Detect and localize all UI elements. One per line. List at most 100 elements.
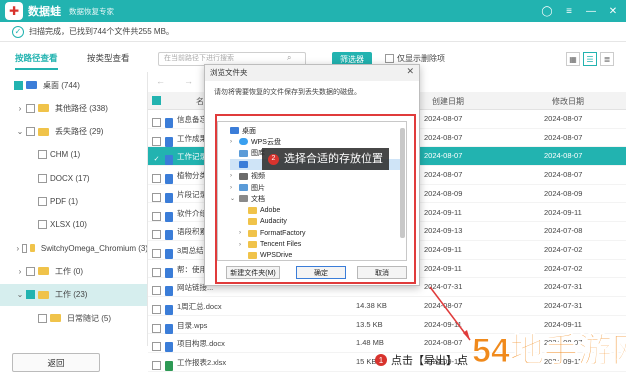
tab-by-type[interactable]: 按类型查看 xyxy=(87,52,130,64)
tree-checkbox[interactable] xyxy=(38,173,47,183)
folder-icon xyxy=(38,127,49,136)
tree-item[interactable]: XLSX (10) xyxy=(0,214,147,236)
created-date: 2024-09-11 xyxy=(424,207,462,217)
tree-item-label: PDF (1) xyxy=(50,197,78,206)
select-all-checkbox[interactable] xyxy=(152,96,161,106)
minimize-icon[interactable]: — xyxy=(584,4,598,18)
tree-item-label: 其他路径 (338) xyxy=(55,103,108,113)
created-date: 2024-09-11 xyxy=(424,263,462,273)
search-icon[interactable]: ⌕ xyxy=(287,53,291,63)
tree-checkbox[interactable] xyxy=(21,243,27,253)
created-date: 2024-08-09 xyxy=(424,188,463,198)
column-created[interactable]: 创建日期 xyxy=(432,96,464,107)
show-deleted-toggle[interactable]: 仅显示删除项 xyxy=(385,53,445,64)
back-button[interactable]: 返回 xyxy=(12,353,100,372)
tree-item[interactable]: PDF (1) xyxy=(0,191,147,213)
tree-item-label: XLSX (10) xyxy=(50,220,87,230)
app-name: 数据蛙 xyxy=(28,6,61,18)
tree-item[interactable]: 日常随记 (5) xyxy=(0,307,147,329)
grid-view-icon[interactable]: ▦ xyxy=(566,52,580,66)
chevron-icon[interactable]: › xyxy=(16,244,20,253)
folder-icon xyxy=(38,267,49,276)
export-hint-text: 点击【导出】点 xyxy=(391,355,468,367)
table-row[interactable]: 1周汇总.docx 14.38 KB 2024-08-07 2024-07-31 xyxy=(148,297,626,316)
chevron-icon[interactable]: › xyxy=(16,267,24,276)
column-name[interactable]: 名 xyxy=(196,96,204,107)
file-size: 13.5 KB xyxy=(356,319,383,329)
tree-checkbox[interactable] xyxy=(38,220,47,230)
modified-date: 2024-08-09 xyxy=(544,188,583,198)
scan-status-text: 扫描完成，已找到744个文件共255 MB。 xyxy=(29,27,174,36)
show-deleted-checkbox[interactable] xyxy=(385,54,394,63)
tree-checkbox[interactable] xyxy=(26,290,35,300)
tree-item[interactable]: › SwitchyOmega_Chromium (3) xyxy=(0,237,147,259)
modified-date: 2024-08-07 xyxy=(544,151,583,161)
tree-item-label: CHM (1) xyxy=(50,150,81,160)
created-date: 2024-08-07 xyxy=(424,170,463,180)
created-date: 2024-07-31 xyxy=(424,282,463,292)
tree-checkbox[interactable] xyxy=(38,197,47,206)
column-modified[interactable]: 修改日期 xyxy=(552,96,584,107)
dialog-close-icon[interactable]: ✕ xyxy=(406,66,414,77)
created-date: 2024-08-07 xyxy=(424,132,463,142)
chevron-icon[interactable]: ⌄ xyxy=(16,290,24,299)
modified-date: 2024-07-02 xyxy=(544,263,583,273)
created-date: 2024-08-07 xyxy=(424,151,463,161)
step-2-callout: 2 选择合适的存放位置 xyxy=(262,148,389,170)
cancel-button[interactable]: 取消 xyxy=(357,266,407,279)
modified-date: 2024-07-02 xyxy=(544,244,583,254)
created-date: 2024-08-07 xyxy=(424,114,463,123)
chevron-icon[interactable]: › xyxy=(16,104,24,113)
tree-item[interactable]: DOCX (17) xyxy=(0,167,147,189)
file-name: 工作报表2.xlsx xyxy=(177,358,227,368)
tree-item[interactable]: CHM (1) xyxy=(0,144,147,166)
dialog-description: 请勿将需要恢复的文件保存到丢失数据的磁盘。 xyxy=(214,89,361,96)
export-hint: 1 点击【导出】点 xyxy=(375,352,468,368)
tree-checkbox[interactable] xyxy=(26,266,35,276)
new-folder-button[interactable]: 新建文件夹(M) xyxy=(226,266,280,279)
file-name: 目录.wps xyxy=(177,320,208,330)
file-size: 1.48 MB xyxy=(356,338,384,348)
chevron-icon[interactable]: ⌄ xyxy=(16,127,24,136)
tree-item-label: 桌面 (744) xyxy=(43,80,80,90)
desktop-icon xyxy=(26,81,37,89)
forward-arrow-icon[interactable]: → xyxy=(184,76,193,86)
check-circle-icon: ✓ xyxy=(12,25,24,38)
created-date: 2024-09-11 xyxy=(424,319,462,329)
back-arrow-icon[interactable]: ← xyxy=(156,76,165,86)
ok-button[interactable]: 确定 xyxy=(296,266,346,279)
status-bar: ✓ 扫描完成，已找到744个文件共255 MB。 xyxy=(0,22,626,42)
modified-date: 2024-09-11 xyxy=(544,207,582,217)
file-name: 1周汇总.docx xyxy=(177,302,222,311)
tree-checkbox[interactable] xyxy=(26,103,35,113)
tree-checkbox[interactable] xyxy=(38,313,47,323)
modified-date: 2024-08-07 xyxy=(544,132,583,142)
created-date: 2024-08-07 xyxy=(424,338,463,348)
app-subtitle: 数据恢复专家 xyxy=(69,6,114,16)
tab-by-path[interactable]: 按路径查看 xyxy=(15,52,58,70)
tree-item[interactable]: ⌄ 工作 (23) xyxy=(0,283,147,306)
modified-date: 2024-08-07 xyxy=(544,114,583,123)
site-watermark: 54地手游网 xyxy=(472,332,626,371)
detail-view-icon[interactable]: ≣ xyxy=(600,52,614,66)
tree-item[interactable]: 桌面 (744) xyxy=(0,74,147,96)
file-name: 项目构思.docx xyxy=(177,339,225,349)
tree-item-label: 工作 (0) xyxy=(55,266,83,276)
modified-date: 2024-07-31 xyxy=(544,282,583,292)
tree-item[interactable]: › 其他路径 (338) xyxy=(0,97,147,119)
tree-item[interactable]: ⌄ 丢失路径 (29) xyxy=(0,121,147,143)
tree-item-label: DOCX (17) xyxy=(50,173,90,183)
tree-checkbox[interactable] xyxy=(38,150,47,160)
close-icon[interactable]: ✕ xyxy=(606,4,620,18)
tree-item[interactable]: › 工作 (0) xyxy=(0,260,147,282)
user-icon[interactable]: ◯ xyxy=(540,4,554,18)
watermark-text: 54地手游网 xyxy=(472,332,626,370)
folder-icon xyxy=(38,290,49,299)
folder-icon xyxy=(29,244,35,253)
menu-icon[interactable]: ≡ xyxy=(562,4,576,18)
list-view-icon[interactable]: ☰ xyxy=(583,52,597,66)
tree-checkbox[interactable] xyxy=(26,127,35,137)
step-1-badge: 1 xyxy=(375,354,387,366)
tree-checkbox[interactable] xyxy=(14,80,23,90)
tree-item-label: 丢失路径 (29) xyxy=(55,127,104,137)
